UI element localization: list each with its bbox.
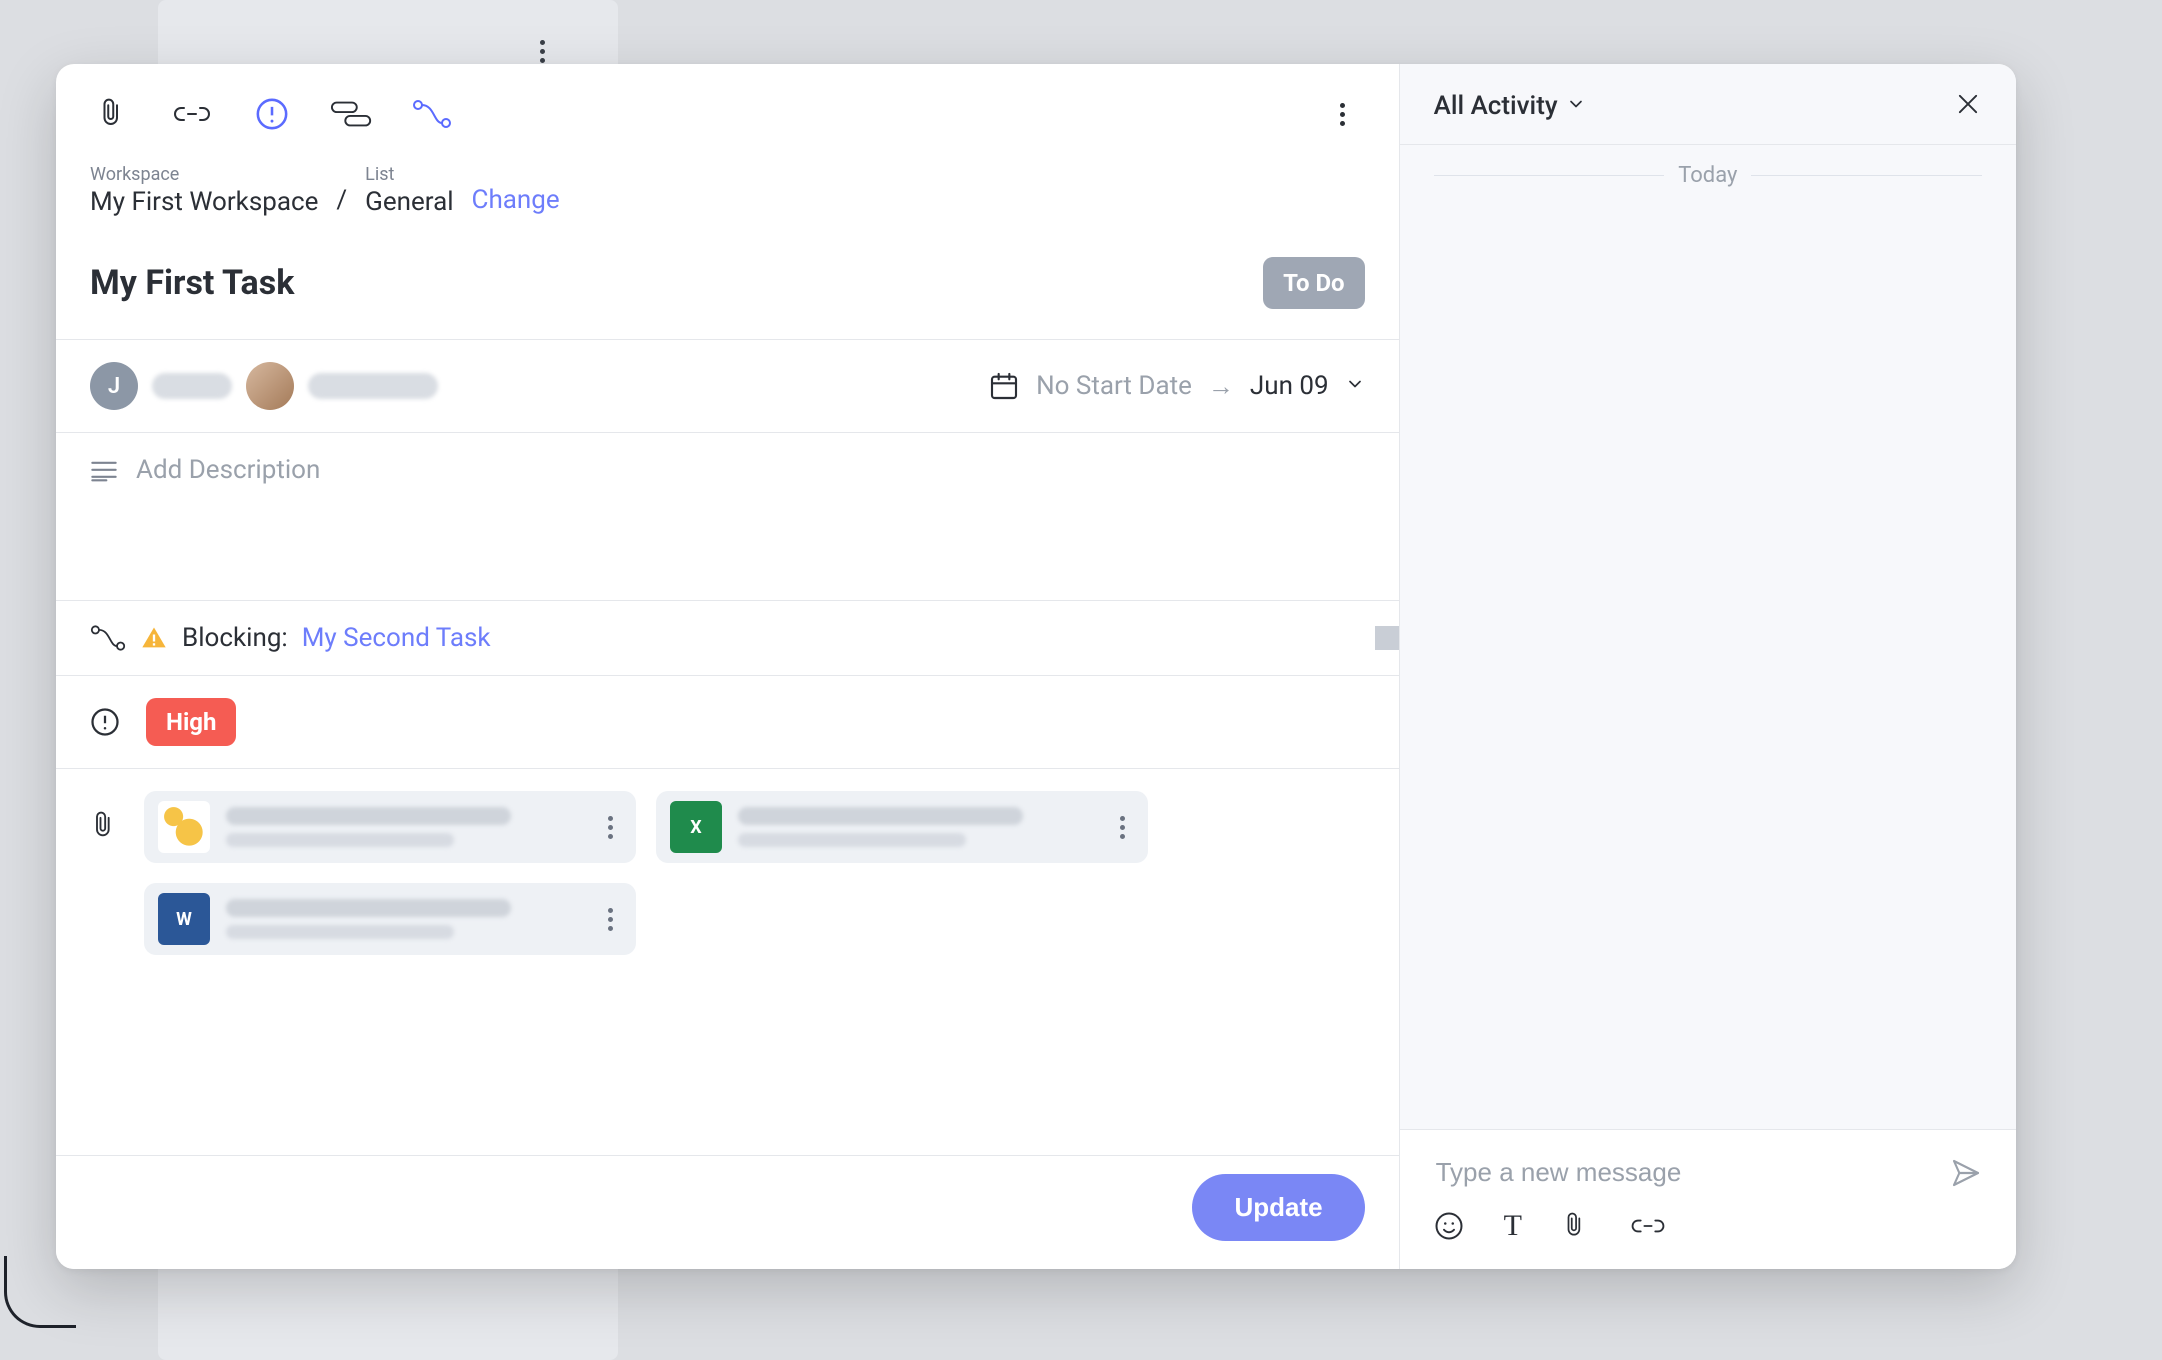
breadcrumb-workspace-label: Workspace — [90, 164, 318, 185]
attachment-meta-blur — [226, 807, 582, 847]
status-chip[interactable]: To Do — [1263, 257, 1365, 309]
send-icon[interactable] — [1950, 1157, 1982, 1189]
activity-filter-label: All Activity — [1434, 91, 1558, 121]
task-toolbar — [56, 64, 1399, 144]
breadcrumb-list-value: General — [365, 187, 453, 217]
paperclip-icon[interactable] — [1562, 1210, 1588, 1242]
warning-icon — [140, 624, 168, 652]
activity-date-divider: Today — [1434, 163, 1982, 188]
link-icon[interactable] — [170, 92, 214, 136]
attachment-more-menu[interactable] — [1110, 816, 1134, 839]
attachment-thumb-word: W — [158, 893, 210, 945]
dependency-linked-task[interactable]: My Second Task — [302, 623, 491, 653]
attachment-more-menu[interactable] — [598, 816, 622, 839]
breadcrumb-workspace-value: My First Workspace — [90, 187, 318, 217]
task-main-panel: Workspace My First Workspace / List Gene… — [56, 64, 1400, 1269]
assignees[interactable]: J — [90, 362, 438, 410]
date-arrow-icon: → — [1208, 371, 1234, 402]
activity-filter-dropdown[interactable]: All Activity — [1434, 91, 1586, 121]
assignee-avatar-1[interactable]: J — [90, 362, 138, 410]
calendar-icon — [988, 370, 1020, 402]
dependency-icon — [90, 624, 126, 652]
attachment-meta-blur — [738, 807, 1094, 847]
start-date-placeholder[interactable]: No Start Date — [1036, 371, 1192, 401]
task-meta-row: J No Start Date → Jun 09 — [56, 340, 1399, 433]
attachment-card[interactable]: W — [144, 883, 636, 955]
close-icon[interactable] — [1954, 90, 1982, 122]
dependency-status-square — [1375, 626, 1399, 650]
link-icon[interactable] — [1628, 1215, 1668, 1237]
description-section[interactable]: Add Description — [56, 433, 1399, 601]
attachment-card[interactable] — [144, 791, 636, 863]
description-placeholder: Add Description — [136, 455, 320, 485]
text-format-icon[interactable]: T — [1504, 1209, 1522, 1243]
assignee-name-blur — [152, 373, 232, 399]
task-modal: Workspace My First Workspace / List Gene… — [56, 64, 2016, 1269]
background-kebab-icon — [530, 30, 554, 63]
attachment-card[interactable]: X — [656, 791, 1148, 863]
message-input[interactable] — [1434, 1156, 1950, 1189]
attachment-thumb-image — [158, 801, 210, 853]
chevron-down-icon — [1566, 91, 1586, 121]
activity-date-label: Today — [1678, 163, 1737, 188]
attachment-list: X W — [144, 791, 1365, 955]
paperclip-icon — [90, 791, 118, 843]
dependency-icon[interactable] — [410, 92, 454, 136]
activity-header: All Activity — [1400, 64, 2016, 145]
attachment-more-menu[interactable] — [598, 908, 622, 931]
breadcrumb-list[interactable]: List General — [365, 164, 453, 217]
priority-section: High — [56, 676, 1399, 769]
breadcrumb: Workspace My First Workspace / List Gene… — [56, 144, 1399, 227]
composer-toolbar: T — [1400, 1195, 2016, 1269]
breadcrumb-list-label: List — [365, 164, 453, 185]
task-title[interactable]: My First Task — [90, 263, 294, 303]
task-title-row: My First Task To Do — [56, 227, 1399, 340]
message-composer: T — [1400, 1129, 2016, 1269]
priority-badge[interactable]: High — [146, 698, 236, 746]
description-lines-icon — [90, 455, 118, 483]
assignee-name-blur — [308, 373, 438, 399]
breadcrumb-workspace[interactable]: Workspace My First Workspace — [90, 164, 318, 217]
dependency-label: Blocking: — [182, 623, 288, 653]
paperclip-icon[interactable] — [90, 92, 134, 136]
due-date[interactable]: Jun 09 — [1250, 371, 1329, 401]
dependency-section: Blocking: My Second Task — [56, 601, 1399, 676]
task-footer: Update — [56, 1155, 1399, 1269]
attachment-meta-blur — [226, 899, 582, 939]
task-dates[interactable]: No Start Date → Jun 09 — [988, 370, 1365, 402]
activity-body: Today — [1400, 145, 2016, 1129]
update-button[interactable]: Update — [1192, 1174, 1364, 1241]
assignee-avatar-2[interactable] — [246, 362, 294, 410]
breadcrumb-separator: / — [336, 185, 347, 217]
emoji-icon[interactable] — [1434, 1211, 1464, 1241]
chevron-down-icon[interactable] — [1345, 371, 1365, 401]
attachments-section: X W — [56, 769, 1399, 961]
attachment-thumb-excel: X — [670, 801, 722, 853]
priority-circled-icon — [90, 707, 120, 737]
task-more-menu[interactable] — [1321, 92, 1365, 136]
priority-icon[interactable] — [250, 92, 294, 136]
tags-icon[interactable] — [330, 92, 374, 136]
breadcrumb-change-link[interactable]: Change — [472, 185, 560, 217]
activity-panel: All Activity Today — [1400, 64, 2016, 1269]
